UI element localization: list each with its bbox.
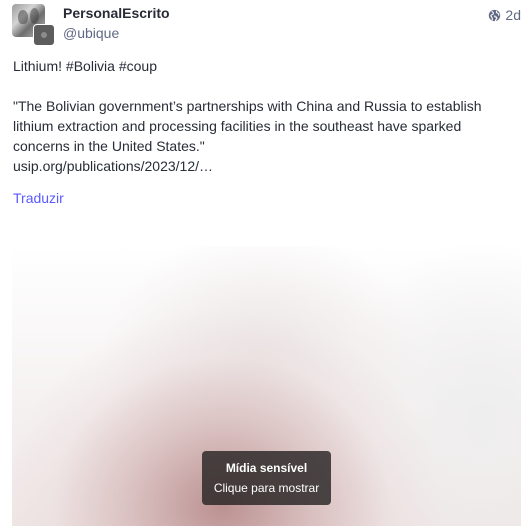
media-gallery[interactable]: Mídia sensível Clique para mostrar — [12, 246, 521, 526]
globe-icon — [489, 9, 501, 22]
sensitive-media-button[interactable]: Mídia sensível Clique para mostrar — [202, 451, 331, 505]
status-content: Lithium! #Bolivia #coup "The Bolivian go… — [13, 56, 513, 176]
hashtag-link[interactable]: #coup — [119, 58, 157, 74]
external-link[interactable]: usip.org/publications/2023/12/… — [13, 156, 513, 176]
timestamp: 2d — [505, 7, 521, 23]
spoiler-subtitle: Clique para mostrar — [213, 481, 320, 495]
hashtag-link[interactable]: #Bolivia — [66, 58, 115, 74]
quote-text: "The Bolivian government’s partnerships … — [13, 98, 482, 154]
avatar-overlay-image — [33, 24, 55, 46]
translate-button[interactable]: Traduzir — [13, 190, 64, 206]
status-meta[interactable]: 2d — [488, 7, 521, 23]
account-handle[interactable]: @ubique — [63, 25, 119, 41]
spoiler-title: Mídia sensível — [225, 461, 308, 475]
content-text: Lithium! — [13, 58, 66, 74]
content-paragraph: Lithium! #Bolivia #coup — [13, 56, 513, 76]
avatar[interactable] — [12, 4, 55, 46]
content-paragraph: "The Bolivian government’s partnerships … — [13, 96, 513, 176]
display-name[interactable]: PersonalEscrito — [63, 5, 170, 21]
